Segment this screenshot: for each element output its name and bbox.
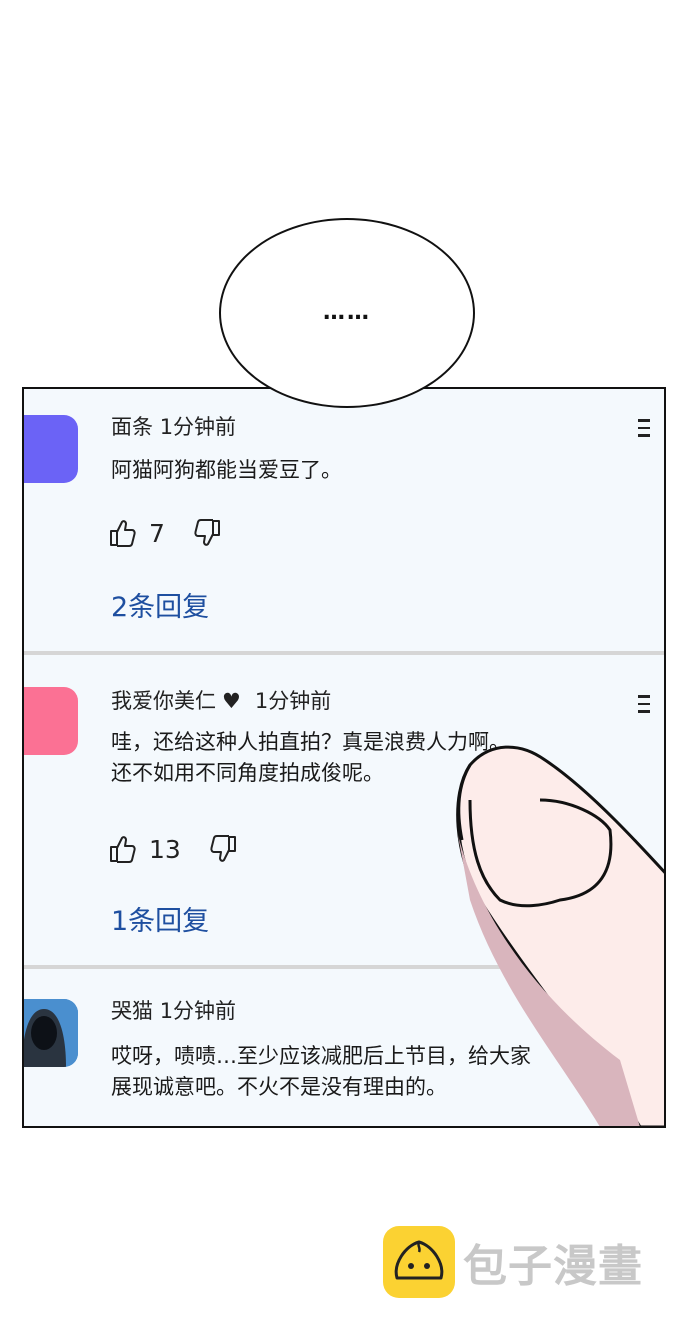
comment-author-line: 我爱你美仁 ♥ 1分钟前 (111, 685, 331, 715)
hooded-figure-icon (24, 999, 78, 1067)
comment-text: 阿猫阿狗都能当爱豆了。 (111, 458, 342, 482)
like-count: 7 (149, 518, 165, 548)
comment-author[interactable]: 哭猫 (111, 999, 153, 1023)
comment-time: 1分钟前 (159, 415, 237, 439)
thumbs-down-icon[interactable] (209, 834, 237, 864)
comment-time: 1分钟前 (159, 999, 237, 1023)
comment-text: 哇，还给这种人拍直拍？真是浪费人力啊。 还不如用不同角度拍成俊呢。 (111, 730, 510, 785)
heart-icon: ♥ (222, 689, 241, 713)
speech-bubble: …… (219, 218, 475, 408)
comment-author-line: 哭猫 1分钟前 (111, 995, 236, 1025)
more-menu-icon[interactable] (638, 419, 652, 442)
thumbs-up-icon[interactable] (109, 518, 137, 548)
like-count: 13 (149, 834, 181, 864)
thumbs-down-icon[interactable] (193, 518, 221, 548)
more-menu-icon[interactable] (638, 695, 652, 718)
watermark-text: 包子漫畫 (463, 1241, 643, 1292)
comment-author-line: 面条 1分钟前 (111, 411, 236, 441)
thumbs-up-icon[interactable] (109, 834, 137, 864)
comment-panel: 面条 1分钟前 阿猫阿狗都能当爱豆了。 7 2条回复 我爱你美仁 ♥ 1分钟前 哇，… (22, 387, 666, 1128)
replies-link[interactable]: 1条回复 (111, 899, 209, 938)
avatar[interactable] (24, 415, 78, 483)
watermark: 包子漫畫 (383, 1226, 643, 1298)
comment-divider (24, 965, 664, 969)
watermark-logo (383, 1226, 455, 1298)
bun-icon (394, 1240, 444, 1280)
comment-author[interactable]: 我爱你美仁 (111, 689, 216, 713)
avatar[interactable] (24, 687, 78, 755)
comment-author[interactable]: 面条 (111, 415, 153, 439)
replies-link[interactable]: 2条回复 (111, 585, 209, 624)
comment-divider (24, 651, 664, 655)
speech-bubble-text: …… (323, 300, 371, 325)
vote-bar: 7 (109, 517, 221, 549)
vote-bar: 13 (109, 833, 237, 865)
comment-text: 哎呀，啧啧…至少应该减肥后上节目，给大家 展现诚意吧。不火不是没有理由的。 (111, 1044, 531, 1099)
avatar[interactable] (24, 999, 78, 1067)
comment-time: 1分钟前 (254, 689, 332, 713)
